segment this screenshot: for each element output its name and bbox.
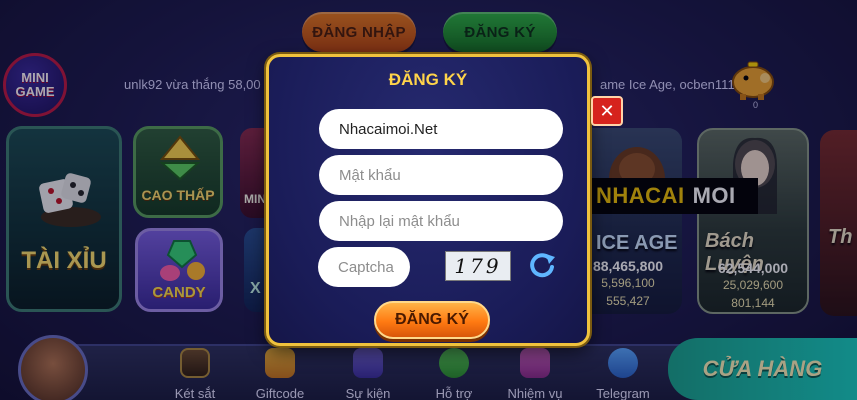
close-modal-button[interactable]: ✕: [591, 96, 623, 126]
register-modal: ĐĂNG KÝ 179 ĐĂNG KÝ: [266, 54, 590, 346]
refresh-captcha-button[interactable]: [527, 249, 557, 281]
modal-title: ĐĂNG KÝ: [388, 70, 468, 89]
password-field[interactable]: [319, 155, 563, 195]
captcha-image: 179: [445, 251, 511, 281]
username-field[interactable]: [319, 109, 563, 149]
refresh-icon: [530, 253, 555, 278]
captcha-text: 179: [454, 254, 502, 278]
confirm-password-field[interactable]: [319, 201, 563, 241]
close-icon: ✕: [599, 100, 615, 121]
register-submit-button[interactable]: ĐĂNG KÝ: [374, 301, 490, 339]
captcha-input[interactable]: [318, 247, 410, 287]
